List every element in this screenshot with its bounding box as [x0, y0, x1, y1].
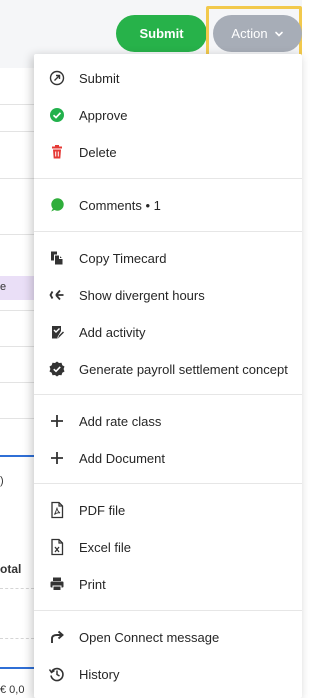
chart-line: [0, 667, 34, 669]
menu-item-copy-timecard[interactable]: Copy Timecard: [34, 240, 302, 276]
divider: [0, 346, 34, 347]
verified-badge-icon: [48, 360, 66, 378]
menu-item-label: Print: [79, 576, 106, 592]
menu-item-label: History: [79, 666, 120, 682]
submit-button[interactable]: Submit: [116, 15, 207, 52]
divergent-icon: [48, 286, 66, 304]
chart-line: [0, 455, 34, 457]
menu-item-print[interactable]: Print: [34, 566, 302, 602]
divider: [0, 310, 34, 311]
bg-text-fragment: ): [0, 475, 4, 487]
menu-item-submit[interactable]: Submit: [34, 60, 302, 96]
dashed-divider: [0, 638, 34, 639]
excel-file-icon: [48, 538, 66, 556]
menu-item-label: Submit: [79, 70, 120, 86]
menu-item-approve[interactable]: Approve: [34, 97, 302, 133]
menu-separator: [34, 483, 302, 484]
menu-item-label: Show divergent hours: [79, 287, 205, 303]
print-icon: [48, 575, 66, 593]
menu-item-label: Delete: [79, 144, 117, 160]
divider: [0, 178, 34, 179]
menu-item-add-document[interactable]: Add Document: [34, 440, 302, 476]
menu-item-generate-payroll[interactable]: Generate payroll settlement concept: [34, 351, 302, 387]
menu-separator: [34, 610, 302, 611]
add-activity-icon: [48, 323, 66, 341]
divider: [0, 104, 34, 105]
menu-item-show-divergent-hours[interactable]: Show divergent hours: [34, 277, 302, 313]
check-circle-icon: [48, 106, 66, 124]
chevron-down-icon: [274, 31, 283, 37]
menu-separator: [34, 178, 302, 179]
menu-item-open-connect-message[interactable]: Open Connect message: [34, 619, 302, 655]
plus-icon: [48, 412, 66, 430]
menu-separator: [34, 394, 302, 395]
menu-item-label: Open Connect message: [79, 629, 220, 645]
history-icon: [48, 665, 66, 683]
menu-item-delete[interactable]: Delete: [34, 134, 302, 170]
comment-icon: [48, 196, 66, 214]
menu-item-label: Approve: [79, 107, 128, 123]
menu-item-label: Add activity: [79, 324, 146, 340]
menu-item-comments[interactable]: Comments • 1: [34, 187, 302, 223]
menu-item-label: Comments • 1: [79, 197, 161, 213]
divider: [0, 418, 34, 419]
menu-item-history[interactable]: History: [34, 656, 302, 692]
menu-item-add-rate-class[interactable]: Add rate class: [34, 403, 302, 439]
action-button[interactable]: Action: [213, 15, 302, 52]
pdf-file-icon: [48, 501, 66, 519]
menu-item-pdf-file[interactable]: PDF file: [34, 492, 302, 528]
action-menu: Submit Approve Delete Comments • 1 Copy …: [34, 54, 302, 698]
total-label: otal: [0, 562, 22, 576]
menu-item-add-activity[interactable]: Add activity: [34, 314, 302, 350]
action-button-label: Action: [231, 26, 268, 41]
menu-item-label: Generate payroll settlement concept: [79, 361, 288, 377]
trash-icon: [48, 143, 66, 161]
plus-icon: [48, 449, 66, 467]
menu-item-label: Add Document: [79, 450, 165, 466]
menu-item-label: Excel file: [79, 539, 132, 555]
divider: [0, 234, 34, 235]
dashed-divider: [0, 588, 34, 589]
amount-value: € 0,0: [0, 684, 25, 696]
copy-icon: [48, 249, 66, 267]
bg-text-fragment: e: [0, 281, 7, 293]
divider: [0, 382, 34, 383]
menu-separator: [34, 231, 302, 232]
arrow-circle-icon: [48, 69, 66, 87]
menu-item-label: PDF file: [79, 502, 126, 518]
menu-item-excel-file[interactable]: Excel file: [34, 529, 302, 565]
menu-item-label: Add rate class: [79, 413, 162, 429]
menu-item-label: Copy Timecard: [79, 250, 167, 266]
share-arrow-icon: [48, 628, 66, 646]
divider: [0, 131, 34, 132]
